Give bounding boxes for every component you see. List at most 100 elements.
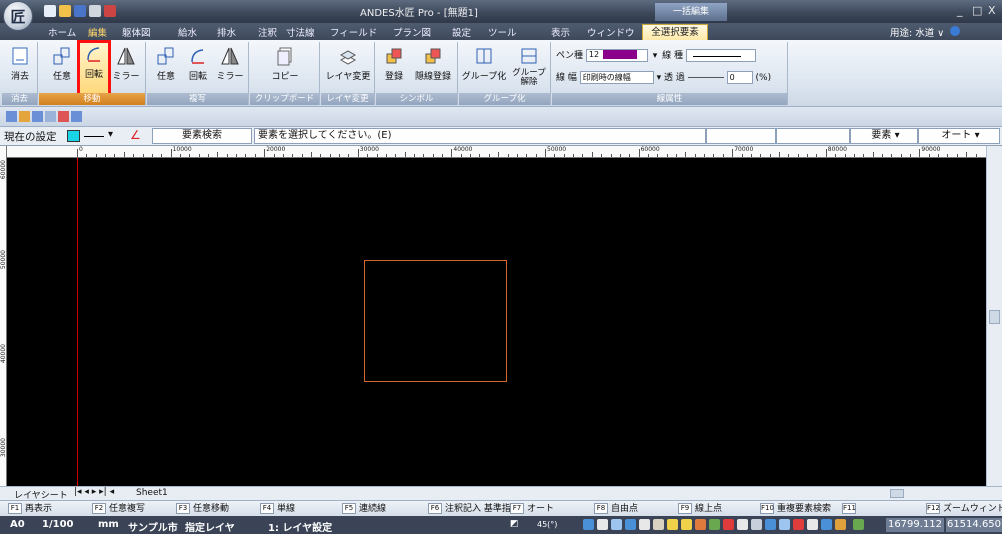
fkey-f4[interactable]: F4 単線 [260, 503, 295, 515]
move-mirror-button[interactable]: ミラー [111, 44, 141, 92]
line-width-select[interactable]: 印刷時の線幅 [579, 71, 654, 84]
snap-icon[interactable] [625, 519, 636, 530]
auto-dropdown[interactable]: オート ▾ [918, 128, 1000, 144]
grid-icon[interactable] [611, 519, 622, 530]
transparency-slider[interactable] [687, 77, 724, 78]
snap-icon[interactable] [821, 519, 832, 530]
tool-icon[interactable] [32, 111, 43, 122]
snap-icon[interactable] [853, 519, 864, 530]
tab-view[interactable]: 表示 [551, 25, 570, 39]
tool-icon[interactable] [6, 111, 17, 122]
new-file-icon[interactable] [44, 5, 56, 17]
angle-value[interactable]: 45(°) [537, 520, 557, 529]
fkey-f3[interactable]: F3 任意移動 [176, 503, 229, 515]
copy-mirror-button[interactable]: ミラー [215, 44, 245, 92]
group-release-button[interactable]: グループ 解除 [509, 44, 549, 92]
restore-button[interactable]: □ [972, 4, 982, 17]
snap-icon[interactable] [737, 519, 748, 530]
tool-icon[interactable] [19, 111, 30, 122]
prompt-input-1[interactable] [706, 128, 776, 144]
tab-tools[interactable]: ツール [488, 25, 517, 39]
copy-free-button[interactable]: 任意 [151, 44, 181, 92]
app-logo-icon[interactable]: 匠 [3, 1, 33, 31]
snap-icon[interactable] [597, 519, 608, 530]
snap-icon[interactable] [681, 519, 692, 530]
tab-home[interactable]: ホーム [48, 25, 76, 39]
fkey-f9[interactable]: F9 線上点 [678, 503, 722, 515]
symbol-register-button[interactable]: 登録 [380, 44, 408, 92]
minimize-button[interactable]: _ [957, 4, 963, 17]
copy-rotate-button[interactable]: 回転 [183, 44, 213, 92]
fkey-f7[interactable]: F7 オート [510, 503, 554, 515]
pen-type-select[interactable]: 12 [585, 49, 648, 62]
close-button[interactable]: X [988, 4, 996, 17]
group-create-button[interactable]: グループ化 [461, 44, 507, 92]
erase-button[interactable]: 消去 [5, 44, 35, 92]
element-search-button[interactable]: 要素検索 [152, 128, 252, 144]
tab-window[interactable]: ウィンドウ [587, 25, 635, 39]
tool-icon[interactable] [58, 111, 69, 122]
snap-icon[interactable] [653, 519, 664, 530]
vertical-scrollbar[interactable] [986, 146, 1002, 486]
tab-settings[interactable]: 設定 [452, 25, 471, 39]
usage-selector[interactable]: 用途: 水道 ∨ [890, 25, 944, 39]
tab-field[interactable]: フィールド [330, 25, 377, 39]
tab-water-supply[interactable]: 給水 [178, 25, 197, 39]
snap-icon[interactable] [695, 519, 706, 530]
tool-icon[interactable] [71, 111, 82, 122]
fkey-f1[interactable]: F1 再表示 [8, 503, 52, 515]
line-dropdown-arrow-icon[interactable]: ▾ [108, 129, 113, 140]
drawing-canvas[interactable] [7, 158, 986, 486]
element-dropdown[interactable]: 要素 ▾ [850, 128, 918, 144]
transparency-input[interactable]: 0 [726, 71, 753, 84]
sheet-nav-arrows[interactable]: |◂ ◂ ▸ ▸| ◂ [74, 487, 114, 497]
fkey-f5[interactable]: F5 連続線 [342, 503, 386, 515]
snap-icon[interactable] [835, 519, 846, 530]
copy-button[interactable]: コピー [268, 44, 302, 92]
paper-size[interactable]: A0 [10, 519, 25, 530]
undo-icon[interactable] [104, 5, 116, 17]
tab-drainage[interactable]: 排水 [217, 25, 236, 39]
snap-icon[interactable] [583, 519, 594, 530]
fkey-f10[interactable]: F10 重複要素検索 [760, 503, 831, 515]
move-free-button[interactable]: 任意 [47, 44, 77, 92]
fkey-f6[interactable]: F6 注釈記入 基準指定 [428, 503, 520, 515]
move-rotate-button[interactable]: 回転 [77, 40, 111, 96]
current-color-swatch[interactable] [67, 130, 80, 142]
save-icon[interactable] [74, 5, 86, 17]
tool-icon[interactable] [45, 111, 56, 122]
print-icon[interactable] [89, 5, 101, 17]
snap-icon[interactable] [793, 519, 804, 530]
fkey-f11[interactable]: F11 [842, 503, 859, 515]
vertical-scroll-thumb[interactable] [989, 310, 1000, 324]
fkey-f12[interactable]: F12ズームウィンドウ [926, 503, 1002, 515]
selected-rectangle[interactable] [364, 260, 507, 382]
snap-angle-icon[interactable]: ◩ [510, 519, 519, 529]
snap-icon[interactable] [723, 519, 734, 530]
open-file-icon[interactable] [59, 5, 71, 17]
tab-select-all-elements[interactable]: 全選択要素 [642, 24, 708, 40]
sheet-tab-sheet1[interactable]: Sheet1 [136, 488, 168, 498]
snap-icon[interactable] [639, 519, 650, 530]
tab-edit[interactable]: 編集 [88, 25, 107, 39]
snap-icon[interactable] [751, 519, 762, 530]
fkey-f8[interactable]: F8 自由点 [594, 503, 638, 515]
current-layer[interactable]: 1: レイヤ設定 [268, 519, 332, 534]
layer-mode[interactable]: 指定レイヤ [185, 519, 235, 534]
help-icon[interactable] [950, 26, 960, 36]
snap-icon[interactable] [765, 519, 776, 530]
horizontal-scroll-thumb[interactable] [890, 489, 904, 498]
tab-plan[interactable]: プラン図 [393, 25, 431, 39]
fkey-f2[interactable]: F2 任意複写 [92, 503, 145, 515]
layer-change-button[interactable]: レイヤ変更 [324, 44, 372, 92]
snap-icon[interactable] [807, 519, 818, 530]
hidden-line-register-button[interactable]: 隠線登録 [412, 44, 454, 92]
tab-annotation[interactable]: 注釈 [258, 25, 277, 39]
snap-icon[interactable] [779, 519, 790, 530]
line-type-select[interactable] [685, 49, 756, 62]
tab-dimension[interactable]: 寸法線 [286, 25, 315, 39]
pen-color-icon[interactable]: ∠ [130, 128, 141, 142]
prompt-input-2[interactable] [776, 128, 850, 144]
snap-icon[interactable] [667, 519, 678, 530]
snap-icon[interactable] [709, 519, 720, 530]
